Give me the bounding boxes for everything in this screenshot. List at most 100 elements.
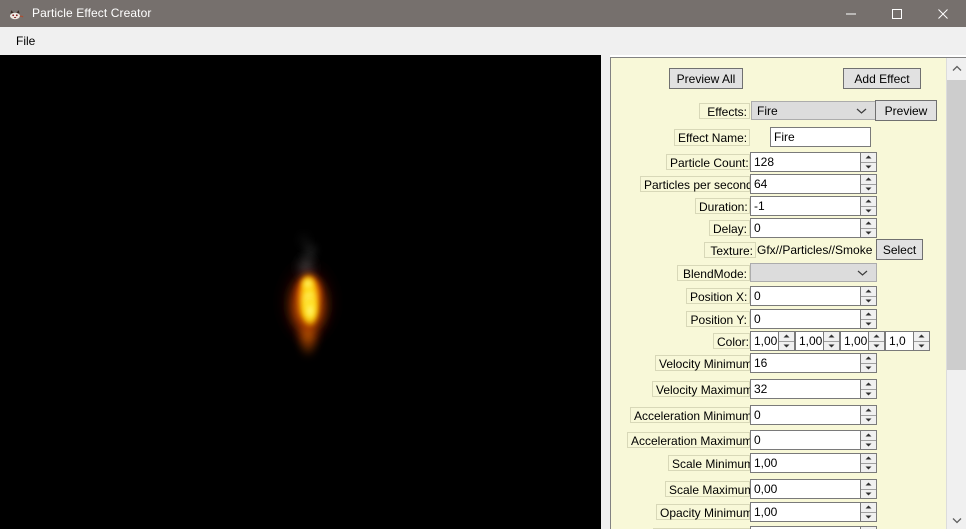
opacity-minimum-spinner[interactable]: 1,00 xyxy=(750,502,877,522)
spinner-buttons[interactable] xyxy=(778,332,794,350)
position-x-label: Position X: xyxy=(686,288,750,304)
spinner-down-icon[interactable] xyxy=(861,363,876,372)
spinner-up-icon[interactable] xyxy=(914,332,929,342)
spinner-down-icon[interactable] xyxy=(914,341,929,350)
spinner-down-icon[interactable] xyxy=(861,296,876,305)
scale-maximum-value: 0,00 xyxy=(754,482,778,496)
menu-item-file[interactable]: File xyxy=(8,31,43,51)
effect-name-input[interactable]: Fire xyxy=(770,127,871,147)
spinner-up-icon[interactable] xyxy=(861,175,876,185)
spinner-down-icon[interactable] xyxy=(861,463,876,472)
spinner-up-icon[interactable] xyxy=(861,380,876,390)
scrollbar-thumb[interactable] xyxy=(947,80,966,370)
effects-select[interactable]: Fire xyxy=(751,101,876,120)
color-g-spinner[interactable]: 1,00 xyxy=(795,331,840,351)
color-r-spinner[interactable]: 1,00 xyxy=(750,331,795,351)
title-bar: Particle Effect Creator xyxy=(0,0,966,27)
effect-name-label: Effect Name: xyxy=(674,129,750,146)
spinner-up-icon[interactable] xyxy=(779,332,794,342)
spinner-buttons[interactable] xyxy=(860,503,876,521)
acceleration-maximum-value: 0 xyxy=(754,433,761,447)
spinner-down-icon[interactable] xyxy=(779,341,794,350)
spinner-down-icon[interactable] xyxy=(861,512,876,521)
spinner-down-icon[interactable] xyxy=(824,341,839,350)
spinner-up-icon[interactable] xyxy=(861,503,876,513)
effects-select-value: Fire xyxy=(757,103,778,118)
spinner-buttons[interactable] xyxy=(823,332,839,350)
add-effect-button[interactable]: Add Effect xyxy=(843,68,921,89)
spinner-buttons[interactable] xyxy=(860,153,876,171)
delay-spinner[interactable]: 0 xyxy=(750,218,877,238)
spinner-up-icon[interactable] xyxy=(861,431,876,441)
particle-count-spinner[interactable]: 128 xyxy=(750,152,877,172)
preview-all-button[interactable]: Preview All xyxy=(669,68,743,89)
spinner-buttons[interactable] xyxy=(860,454,876,472)
spinner-buttons[interactable] xyxy=(868,332,884,350)
spinner-down-icon[interactable] xyxy=(861,319,876,328)
close-icon xyxy=(937,8,949,20)
application-window: Particle Effect Creator File Preview All… xyxy=(0,0,966,529)
spinner-buttons[interactable] xyxy=(913,332,929,350)
particles-per-second-spinner[interactable]: 64 xyxy=(750,174,877,194)
spinner-down-icon[interactable] xyxy=(861,389,876,398)
spinner-down-icon[interactable] xyxy=(861,206,876,215)
spinner-up-icon[interactable] xyxy=(869,332,884,342)
texture-select-button[interactable]: Select xyxy=(876,239,923,260)
spinner-buttons[interactable] xyxy=(860,354,876,372)
acceleration-maximum-label: Acceleration Maximum: xyxy=(627,432,756,448)
properties-panel-content: Preview All Add Effect Effects: Fire Pre… xyxy=(611,58,947,529)
spinner-down-icon[interactable] xyxy=(861,184,876,193)
spinner-down-icon[interactable] xyxy=(861,228,876,237)
color-b-spinner[interactable]: 1,00 xyxy=(840,331,885,351)
velocity-minimum-spinner[interactable]: 16 xyxy=(750,353,877,373)
preview-button[interactable]: Preview xyxy=(875,100,937,121)
spinner-up-icon[interactable] xyxy=(861,153,876,163)
position-y-label: Position Y: xyxy=(686,311,750,327)
acceleration-minimum-spinner[interactable]: 0 xyxy=(750,405,877,425)
position-x-spinner[interactable]: 0 xyxy=(750,286,877,306)
spinner-up-icon[interactable] xyxy=(861,197,876,207)
acceleration-minimum-label: Acceleration Minimum: xyxy=(630,407,755,423)
spinner-up-icon[interactable] xyxy=(861,287,876,297)
spinner-buttons[interactable] xyxy=(860,431,876,449)
spinner-up-icon[interactable] xyxy=(861,354,876,364)
spinner-buttons[interactable] xyxy=(860,197,876,215)
maximize-button[interactable] xyxy=(874,0,920,27)
preview-canvas[interactable] xyxy=(0,55,601,529)
spinner-down-icon[interactable] xyxy=(869,341,884,350)
spinner-buttons[interactable] xyxy=(860,287,876,305)
duration-spinner[interactable]: -1 xyxy=(750,196,877,216)
spinner-buttons[interactable] xyxy=(860,219,876,237)
minimize-button[interactable] xyxy=(828,0,874,27)
spinner-down-icon[interactable] xyxy=(861,415,876,424)
spinner-down-icon[interactable] xyxy=(861,440,876,449)
acceleration-maximum-spinner[interactable]: 0 xyxy=(750,430,877,450)
color-r-value: 1,00 xyxy=(754,334,778,348)
scale-maximum-spinner[interactable]: 0,00 xyxy=(750,479,877,499)
scrollbar-down-button[interactable] xyxy=(947,510,966,529)
close-button[interactable] xyxy=(920,0,966,27)
scrollbar-up-button[interactable] xyxy=(947,58,966,77)
spinner-buttons[interactable] xyxy=(860,310,876,328)
spinner-down-icon[interactable] xyxy=(861,162,876,171)
panel-scrollbar[interactable] xyxy=(946,58,966,529)
position-y-spinner[interactable]: 0 xyxy=(750,309,877,329)
window-controls xyxy=(828,0,966,27)
scale-maximum-label: Scale Maximum: xyxy=(665,481,758,497)
spinner-down-icon[interactable] xyxy=(861,489,876,498)
spinner-up-icon[interactable] xyxy=(861,480,876,490)
scale-minimum-spinner[interactable]: 1,00 xyxy=(750,453,877,473)
spinner-buttons[interactable] xyxy=(860,175,876,193)
velocity-maximum-value: 32 xyxy=(754,382,768,396)
spinner-up-icon[interactable] xyxy=(861,454,876,464)
velocity-maximum-spinner[interactable]: 32 xyxy=(750,379,877,399)
spinner-up-icon[interactable] xyxy=(861,310,876,320)
color-a-spinner[interactable]: 1,0 xyxy=(885,331,930,351)
spinner-up-icon[interactable] xyxy=(861,406,876,416)
spinner-buttons[interactable] xyxy=(860,406,876,424)
spinner-buttons[interactable] xyxy=(860,380,876,398)
spinner-up-icon[interactable] xyxy=(861,219,876,229)
spinner-buttons[interactable] xyxy=(860,480,876,498)
blendmode-select[interactable] xyxy=(750,263,877,282)
spinner-up-icon[interactable] xyxy=(824,332,839,342)
